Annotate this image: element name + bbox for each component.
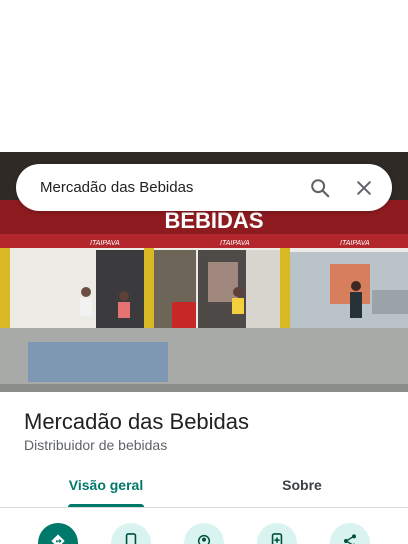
nearby-button[interactable] — [184, 523, 224, 544]
tab-bar: Visão geral Sobre — [0, 462, 408, 508]
search-bar[interactable]: Mercadão das Bebidas — [16, 164, 392, 211]
storefront-sign-text: BEBIDAS — [164, 208, 263, 233]
share-icon — [342, 533, 358, 544]
place-title: Mercadão das Bebidas — [24, 409, 250, 434]
search-icon[interactable] — [304, 172, 336, 204]
send-to-phone-button[interactable] — [257, 523, 297, 544]
tab-selected-indicator — [68, 504, 144, 507]
call-button[interactable] — [111, 523, 151, 544]
close-icon[interactable] — [348, 172, 380, 204]
directions-button[interactable] — [38, 523, 78, 544]
banner-brand-text: ITAIPAVA — [220, 240, 250, 247]
search-input[interactable]: Mercadão das Bebidas — [40, 179, 292, 196]
nearby-icon — [196, 533, 212, 544]
phone-icon — [124, 533, 138, 544]
banner-brand-text: ITAIPAVA — [90, 240, 120, 247]
tab-overview[interactable]: Visão geral — [40, 462, 172, 507]
place-details-screen: BEBIDAS ITAIPAVA ITAIPAVA ITAIPAVA Merca… — [0, 0, 408, 544]
share-button[interactable] — [330, 523, 370, 544]
directions-icon — [50, 533, 66, 544]
banner-brand-text: ITAIPAVA — [340, 240, 370, 247]
save-to-phone-icon — [270, 533, 284, 544]
tab-about[interactable]: Sobre — [236, 462, 368, 507]
action-buttons — [0, 520, 408, 544]
place-category: Distribuidor de bebidas — [24, 437, 168, 453]
